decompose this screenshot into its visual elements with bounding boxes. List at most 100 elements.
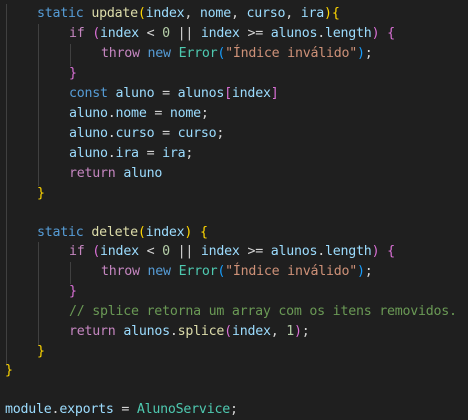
code-line[interactable]: }: [69, 282, 77, 302]
brace-token: {: [387, 244, 395, 259]
variable-token: nome: [169, 106, 201, 121]
code-line[interactable]: }: [69, 64, 77, 84]
paren-token: (: [92, 244, 101, 259]
variable-token: index: [231, 86, 271, 101]
paren-token: ): [184, 225, 193, 240]
bracket-token: ]: [270, 86, 279, 101]
comma-token: ,: [285, 6, 301, 21]
operator-token: ||: [169, 26, 201, 41]
property-token: exports: [59, 402, 114, 417]
param-token: index: [145, 225, 185, 240]
code-line[interactable]: if (index < 0 || index >= alunos.length)…: [69, 242, 395, 262]
code-line[interactable]: }: [37, 342, 45, 362]
dot-token: .: [107, 126, 116, 141]
semicolon-token: ;: [301, 324, 310, 339]
paren-token: ): [371, 26, 380, 41]
number-token: 0: [162, 244, 170, 259]
variable-token: ira: [162, 146, 186, 161]
variable-token: index: [200, 244, 240, 259]
dot-token: .: [317, 244, 326, 259]
operator-token: =: [154, 126, 178, 141]
string-token: "Índice inválido": [225, 46, 357, 61]
variable-token: curso: [177, 126, 217, 141]
paren-token: (: [217, 264, 226, 279]
operator-token: ||: [169, 244, 201, 259]
code-line[interactable]: aluno.curso = curso;: [69, 124, 224, 144]
param-token: curso: [246, 6, 286, 21]
operator-token: <: [138, 244, 163, 259]
code-line[interactable]: aluno.ira = ira;: [69, 144, 193, 164]
paren-token: ): [356, 46, 365, 61]
code-line[interactable]: if (index < 0 || index >= alunos.length)…: [69, 24, 395, 44]
code-line[interactable]: static update(index, nome, curso, ira){: [37, 4, 340, 24]
keyword-token: throw: [101, 46, 140, 61]
paren-token: (: [137, 6, 146, 21]
variable-token: index: [100, 244, 139, 259]
code-editor[interactable]: static update(index, nome, curso, ira){ …: [0, 0, 468, 418]
operator-token: =: [154, 86, 178, 101]
param-token: index: [145, 6, 185, 21]
param-token: ira: [300, 6, 325, 21]
brace-token: {: [199, 225, 208, 240]
brace-token: }: [5, 363, 13, 378]
operator-token: <: [138, 26, 163, 41]
class-token: Error: [178, 46, 218, 61]
property-token: nome: [115, 106, 147, 121]
code-line[interactable]: return alunos.splice(index, 1);: [69, 322, 310, 342]
variable-token: alunos: [270, 26, 318, 41]
code-line[interactable]: // splice retorna um array com os itens …: [69, 302, 457, 322]
paren-token: (: [224, 324, 232, 339]
method-name: delete: [91, 225, 138, 240]
brace-token: }: [69, 66, 77, 81]
indent-guide: [70, 44, 71, 66]
semicolon-token: ;: [216, 126, 225, 141]
class-token: Error: [178, 264, 218, 279]
code-line[interactable]: module.exports = AlunoService;: [5, 400, 238, 420]
class-token: AlunoService: [136, 402, 230, 417]
code-line[interactable]: static delete(index) {: [37, 223, 208, 243]
code-line[interactable]: return aluno: [69, 164, 162, 184]
code-line[interactable]: const aluno = alunos[index]: [69, 84, 279, 104]
paren-token: ): [324, 6, 332, 21]
indent-guide: [6, 4, 7, 366]
variable-token: aluno: [115, 86, 155, 101]
dot-token: .: [169, 324, 178, 339]
code-line[interactable]: }: [37, 184, 45, 204]
keyword-token: if: [69, 26, 85, 41]
method-name: update: [91, 6, 138, 21]
semicolon-token: ;: [364, 264, 373, 279]
dot-token: .: [317, 26, 326, 41]
paren-token: ): [356, 264, 365, 279]
semicolon-token: ;: [185, 146, 194, 161]
keyword-token: return: [69, 166, 116, 181]
semicolon-token: ;: [200, 106, 209, 121]
variable-token: aluno: [69, 126, 108, 141]
paren-token: (: [92, 26, 101, 41]
string-token: "Índice inválido": [225, 264, 357, 279]
indent-guide: [38, 242, 39, 346]
variable-token: index: [200, 26, 240, 41]
code-line[interactable]: throw new Error("Índice inválido");: [101, 44, 373, 64]
dot-token: .: [107, 146, 116, 161]
brace-token: {: [331, 6, 340, 21]
keyword-token: if: [69, 244, 85, 259]
paren-token: (: [137, 225, 146, 240]
paren-token: (: [217, 46, 226, 61]
number-token: 0: [162, 26, 170, 41]
keyword-token: static: [37, 6, 84, 21]
code-line[interactable]: throw new Error("Índice inválido");: [101, 262, 373, 282]
semicolon-token: ;: [364, 46, 373, 61]
operator-token: >=: [239, 26, 271, 41]
semicolon-token: ;: [229, 402, 238, 417]
indent-guide: [70, 262, 71, 284]
operator-token: >=: [239, 244, 271, 259]
keyword-token: return: [69, 324, 116, 339]
comma-token: ,: [270, 324, 287, 339]
keyword-token: static: [37, 225, 84, 240]
code-line[interactable]: }: [5, 361, 13, 381]
paren-token: ): [371, 244, 380, 259]
variable-token: aluno: [123, 166, 163, 181]
paren-token: ): [294, 324, 302, 339]
code-line[interactable]: aluno.nome = nome;: [69, 104, 209, 124]
bracket-token: [: [224, 86, 232, 101]
